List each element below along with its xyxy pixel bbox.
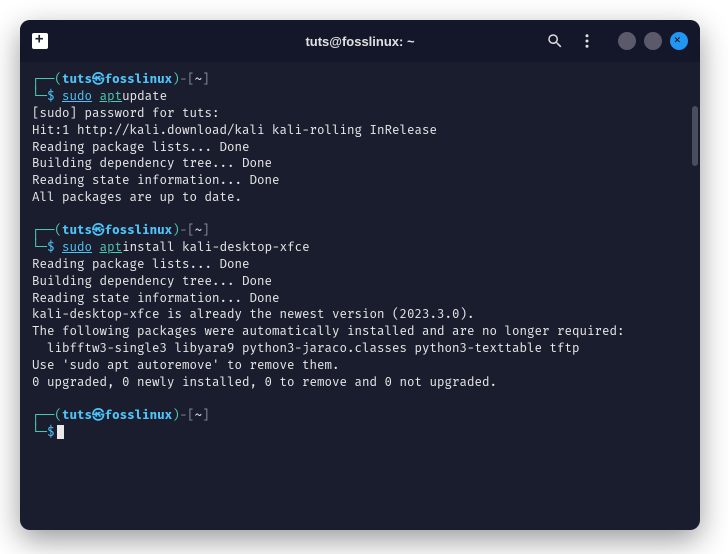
output-line: [sudo] password for tuts: xyxy=(32,106,688,123)
output-line: All packages are up to date. xyxy=(32,190,688,207)
cmd-sudo: sudo xyxy=(62,89,92,106)
prompt-path: ~ xyxy=(195,72,203,89)
prompt-user: tuts xyxy=(62,72,92,89)
window-title: tuts@fosslinux: ~ xyxy=(305,34,414,49)
prompt-command-line: └─$ sudo apt install kali-desktop-xfce xyxy=(32,240,688,257)
output-line: The following packages were automaticall… xyxy=(32,324,688,341)
maximize-button[interactable] xyxy=(644,32,662,50)
minimize-button[interactable] xyxy=(618,32,636,50)
cmd-sudo: sudo xyxy=(62,240,92,257)
output-line: Reading package lists... Done xyxy=(32,140,688,157)
output-line: kali-desktop-xfce is already the newest … xyxy=(32,307,688,324)
output-line: Reading state information... Done xyxy=(32,173,688,190)
output-line: Building dependency tree... Done xyxy=(32,156,688,173)
titlebar: tuts@fosslinux: ~ xyxy=(20,20,700,62)
prompt-top: ┌──(tuts㉿fosslinux)-[~] xyxy=(32,72,688,89)
output-line: Reading package lists... Done xyxy=(32,257,688,274)
output-line: Use 'sudo apt autoremove' to remove them… xyxy=(32,358,688,375)
output-line: 0 upgraded, 0 newly installed, 0 to remo… xyxy=(32,375,688,392)
output-line: libfftw3-single3 libyara9 python3-jaraco… xyxy=(32,341,688,358)
cursor xyxy=(57,425,64,439)
prompt-top: ┌──(tuts㉿fosslinux)-[~] xyxy=(32,223,688,240)
new-tab-icon[interactable] xyxy=(32,33,48,49)
cmd-rest: update xyxy=(122,89,167,106)
menu-icon[interactable] xyxy=(578,32,596,50)
cmd-apt: apt xyxy=(100,89,123,106)
prompt-command-line: └─$ sudo apt update xyxy=(32,89,688,106)
prompt-command-line[interactable]: └─$ xyxy=(32,425,688,442)
cmd-rest: install kali-desktop-xfce xyxy=(122,240,310,257)
terminal-content[interactable]: ┌──(tuts㉿fosslinux)-[~] └─$ sudo apt upd… xyxy=(20,62,700,530)
output-line: Hit:1 http://kali.download/kali kali-rol… xyxy=(32,123,688,140)
terminal-window: tuts@fosslinux: ~ ┌──(tuts㉿fosslinux)-[~… xyxy=(20,20,700,530)
search-icon[interactable] xyxy=(546,32,564,50)
prompt-host: fosslinux xyxy=(105,72,173,89)
scrollbar-thumb[interactable] xyxy=(692,106,698,166)
cmd-apt: apt xyxy=(100,240,123,257)
close-button[interactable] xyxy=(670,32,688,50)
output-line: Building dependency tree... Done xyxy=(32,274,688,291)
output-line: Reading state information... Done xyxy=(32,291,688,308)
prompt-top: ┌──(tuts㉿fosslinux)-[~] xyxy=(32,408,688,425)
